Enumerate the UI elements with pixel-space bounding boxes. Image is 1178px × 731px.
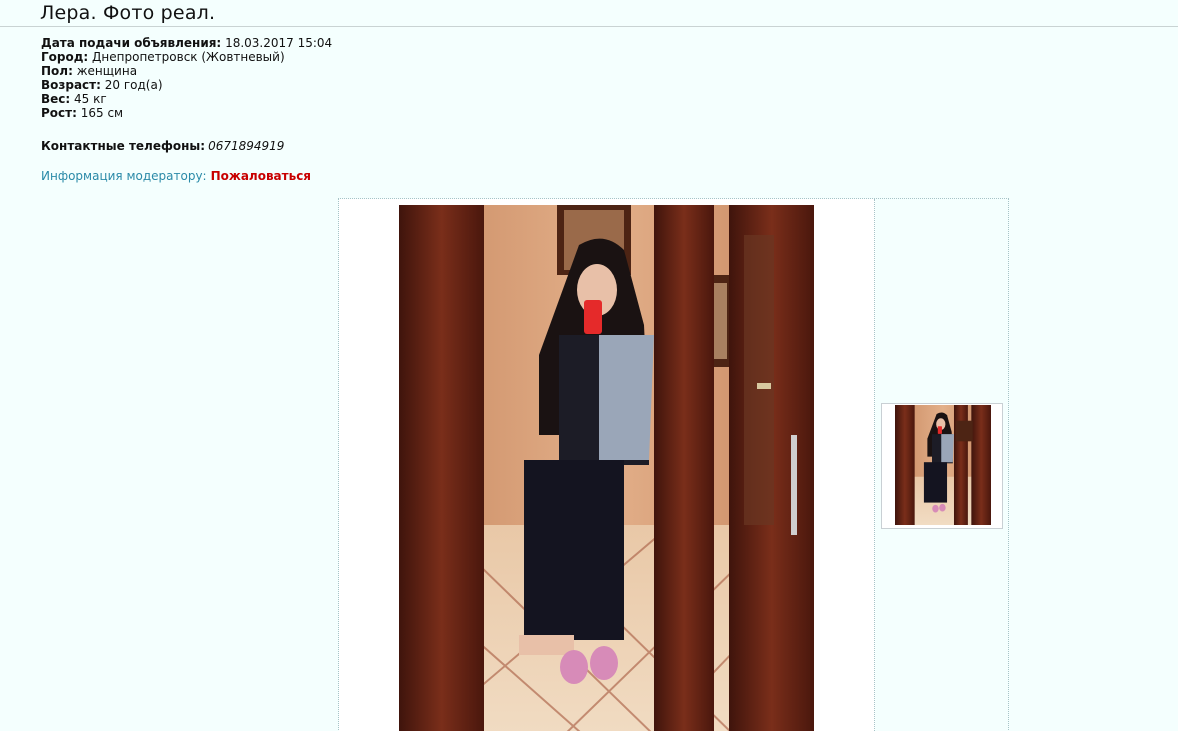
ad-details: Дата подачи объявления: 18.03.2017 15:04… — [41, 36, 332, 120]
detail-row-sex: Пол: женщина — [41, 64, 332, 78]
detail-value: 20 год(а) — [104, 78, 163, 92]
photo-thumbnail[interactable] — [895, 405, 991, 525]
detail-value: Днепропетровск (Жовтневый) — [92, 50, 285, 64]
phones-label: Контактные телефоны: — [41, 139, 206, 153]
detail-label: Вес: — [41, 92, 71, 106]
detail-label: Город: — [41, 50, 89, 64]
detail-label: Возраст: — [41, 78, 101, 92]
detail-value: 165 см — [80, 106, 124, 120]
detail-row-weight: Вес: 45 кг — [41, 92, 332, 106]
photo-gallery — [338, 198, 1009, 731]
main-photo[interactable] — [399, 205, 814, 731]
contact-phones: Контактные телефоны: 0671894919 — [41, 139, 284, 153]
detail-value: 45 кг — [74, 92, 107, 106]
detail-value: женщина — [76, 64, 138, 78]
detail-row-date: Дата подачи объявления: 18.03.2017 15:04 — [41, 36, 332, 50]
detail-value: 18.03.2017 15:04 — [225, 36, 333, 50]
thumbnail-frame[interactable] — [881, 403, 1003, 529]
complain-link[interactable]: Пожаловаться — [211, 169, 311, 183]
moderator-info: Информация модератору: Пожаловаться — [41, 169, 311, 183]
detail-label: Рост: — [41, 106, 77, 120]
detail-label: Дата подачи объявления: — [41, 36, 222, 50]
detail-label: Пол: — [41, 64, 73, 78]
main-photo-cell — [339, 199, 875, 731]
detail-row-age: Возраст: 20 год(а) — [41, 78, 332, 92]
detail-row-height: Рост: 165 см — [41, 106, 332, 120]
moderator-label: Информация модератору: — [41, 169, 207, 183]
title-divider — [0, 26, 1178, 27]
ad-title: Лера. Фото реал. — [40, 2, 216, 24]
ad-page: Лера. Фото реал. Дата подачи объявления:… — [0, 0, 1178, 731]
phone-number: 0671894919 — [208, 139, 285, 153]
detail-row-city: Город: Днепропетровск (Жовтневый) — [41, 50, 332, 64]
